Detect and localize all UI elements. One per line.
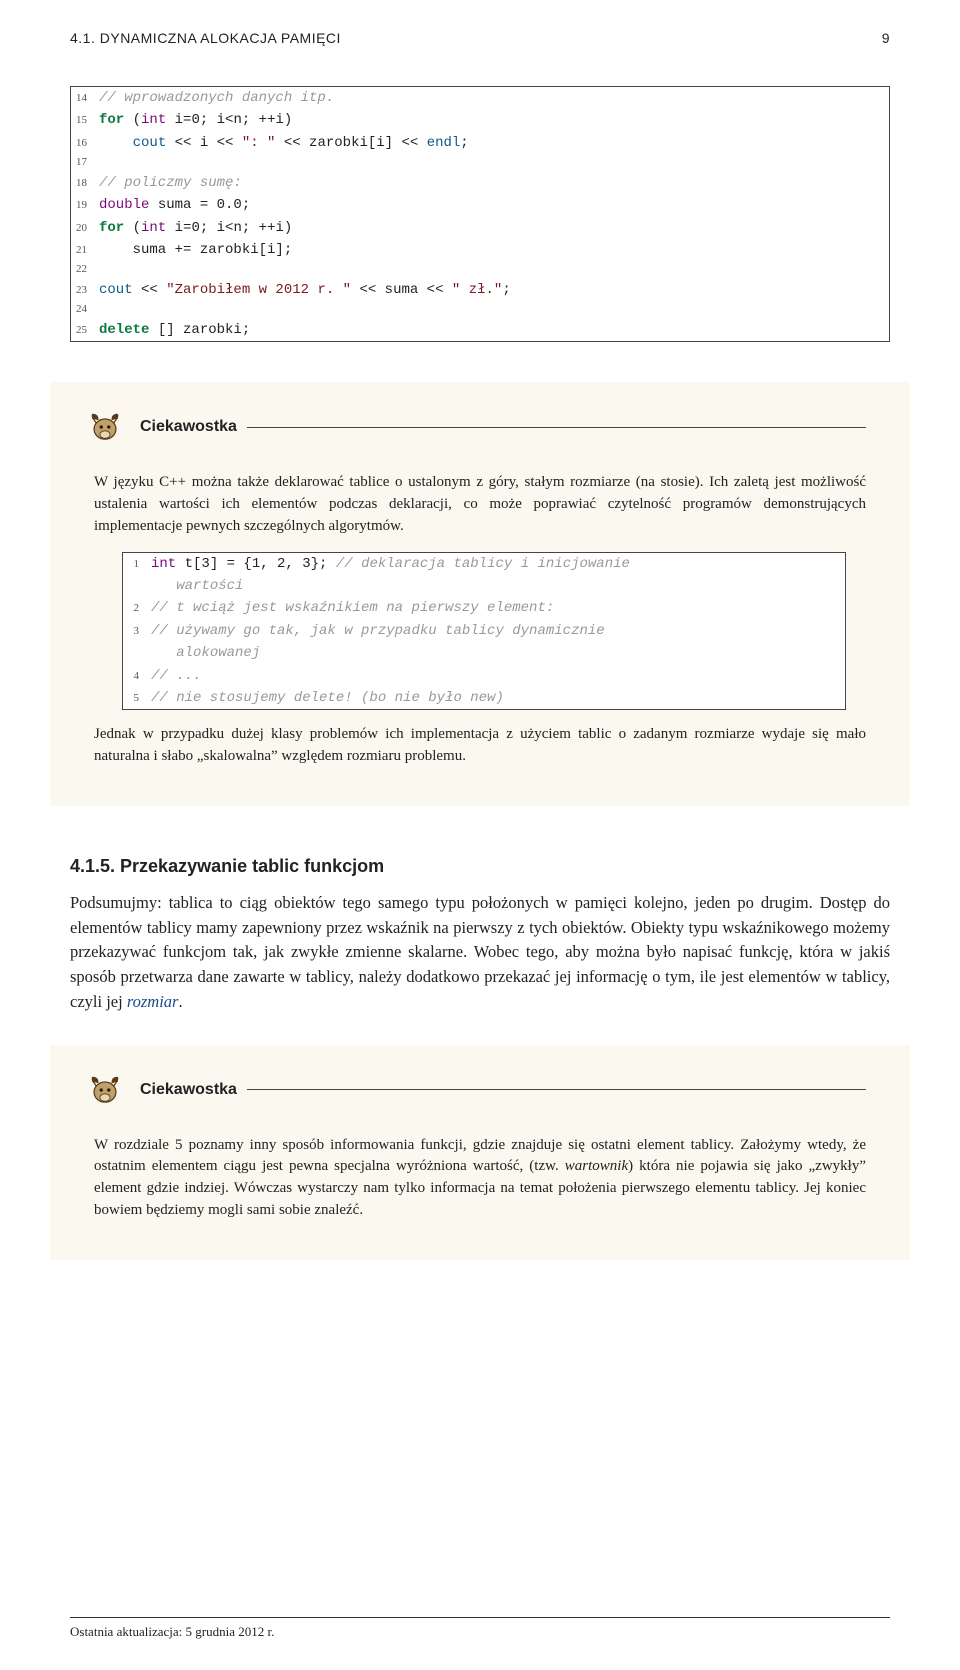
line-number: 20 xyxy=(71,220,93,238)
divider xyxy=(247,1089,866,1090)
code-line: 14// wprowadzonych danych itp. xyxy=(71,87,889,109)
line-number: 24 xyxy=(71,301,93,319)
code-text: delete [] zarobki; xyxy=(93,319,250,341)
code-listing-2: 1int t[3] = {1, 2, 3}; // deklaracja tab… xyxy=(122,552,846,711)
code-line: wartości xyxy=(123,575,845,597)
code-line: 5// nie stosujemy delete! (bo nie było n… xyxy=(123,687,845,709)
code-line: 22 xyxy=(71,261,889,279)
code-line: 19double suma = 0.0; xyxy=(71,194,889,216)
line-number: 1 xyxy=(123,556,145,574)
code-line: 25delete [] zarobki; xyxy=(71,319,889,341)
callout-ciekawostka-2: Ciekawostka W rozdziale 5 poznamy inny s… xyxy=(50,1045,910,1260)
line-number: 21 xyxy=(71,242,93,260)
line-number: 15 xyxy=(71,112,93,130)
code-line: 21 suma += zarobki[i]; xyxy=(71,239,889,261)
code-text: alokowanej xyxy=(145,642,260,664)
divider xyxy=(247,427,866,428)
line-number: 3 xyxy=(123,623,145,641)
line-number: 19 xyxy=(71,197,93,215)
section-heading: 4.1.5. Przekazywanie tablic funkcjom xyxy=(70,856,890,877)
code-line: 20for (int i=0; i<n; ++i) xyxy=(71,217,889,239)
code-text: cout << "Zarobiłem w 2012 r. " << suma <… xyxy=(93,279,511,301)
code-line: 24 xyxy=(71,301,889,319)
section-body: Podsumujmy: tablica to ciąg obiektów teg… xyxy=(70,891,890,1015)
code-text: // ... xyxy=(145,665,201,687)
code-line: 3// używamy go tak, jak w przypadku tabl… xyxy=(123,620,845,642)
code-text: for (int i=0; i<n; ++i) xyxy=(93,217,292,239)
line-number: 5 xyxy=(123,690,145,708)
code-line: 23cout << "Zarobiłem w 2012 r. " << suma… xyxy=(71,279,889,301)
callout-paragraph: W rozdziale 5 poznamy inny sposób inform… xyxy=(94,1135,866,1222)
code-text: for (int i=0; i<n; ++i) xyxy=(93,109,292,131)
code-text: // wprowadzonych danych itp. xyxy=(93,87,334,109)
code-line: 18// policzmy sumę: xyxy=(71,172,889,194)
code-text: // t wciąż jest wskaźnikiem na pierwszy … xyxy=(145,597,554,619)
code-line: 4// ... xyxy=(123,665,845,687)
code-text: cout << i << ": " << zarobki[i] << endl; xyxy=(93,132,469,154)
page-number: 9 xyxy=(882,30,890,46)
code-line: 15for (int i=0; i<n; ++i) xyxy=(71,109,889,131)
line-number: 25 xyxy=(71,322,93,340)
code-text: // policzmy sumę: xyxy=(93,172,242,194)
gnu-icon xyxy=(84,406,126,448)
line-number: 16 xyxy=(71,135,93,153)
line-number: 4 xyxy=(123,668,145,686)
page-footer: Ostatnia aktualizacja: 5 grudnia 2012 r. xyxy=(70,1617,890,1640)
code-text: int t[3] = {1, 2, 3}; // deklaracja tabl… xyxy=(145,553,630,575)
callout-ciekawostka-1: Ciekawostka W języku C++ można także dek… xyxy=(50,382,910,805)
code-line: 16 cout << i << ": " << zarobki[i] << en… xyxy=(71,132,889,154)
code-text: suma += zarobki[i]; xyxy=(93,239,292,261)
line-number: 23 xyxy=(71,282,93,300)
callout-paragraph: Jednak w przypadku dużej klasy problemów… xyxy=(94,724,866,768)
page-header: 4.1. DYNAMICZNA ALOKACJA PAMIĘCI 9 xyxy=(70,30,890,46)
code-line: 1int t[3] = {1, 2, 3}; // deklaracja tab… xyxy=(123,553,845,575)
footer-text: Ostatnia aktualizacja: 5 grudnia 2012 r. xyxy=(70,1624,274,1639)
line-number: 17 xyxy=(71,154,93,172)
code-text: wartości xyxy=(145,575,243,597)
code-listing-1: 14// wprowadzonych danych itp.15for (int… xyxy=(70,86,890,342)
code-line: alokowanej xyxy=(123,642,845,664)
code-text: // używamy go tak, jak w przypadku tabli… xyxy=(145,620,605,642)
section-label: 4.1. DYNAMICZNA ALOKACJA PAMIĘCI xyxy=(70,30,341,46)
line-number: 2 xyxy=(123,600,145,618)
line-number: 18 xyxy=(71,175,93,193)
callout-paragraph: W języku C++ można także deklarować tabl… xyxy=(94,472,866,537)
code-line: 17 xyxy=(71,154,889,172)
code-text: // nie stosujemy delete! (bo nie było ne… xyxy=(145,687,504,709)
code-line: 2// t wciąż jest wskaźnikiem na pierwszy… xyxy=(123,597,845,619)
callout-title: Ciekawostka xyxy=(140,1081,237,1099)
line-number: 22 xyxy=(71,261,93,279)
callout-title: Ciekawostka xyxy=(140,418,237,436)
line-number: 14 xyxy=(71,90,93,108)
code-text: double suma = 0.0; xyxy=(93,194,250,216)
gnu-icon xyxy=(84,1069,126,1111)
